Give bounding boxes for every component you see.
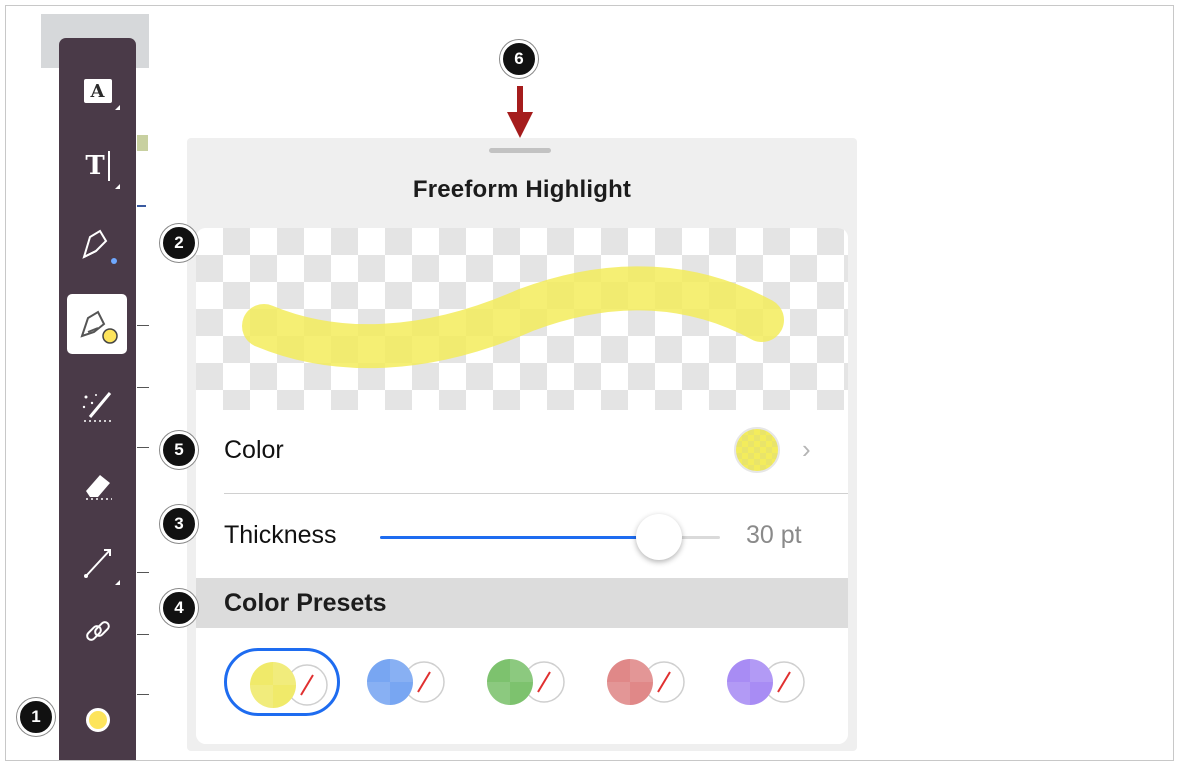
text-cursor-bar xyxy=(107,151,110,181)
line-tool[interactable] xyxy=(59,538,136,586)
callout-arrow-down-icon xyxy=(507,112,533,138)
document-rule xyxy=(137,694,149,695)
thickness-row: Thickness 30 pt xyxy=(196,494,848,578)
thickness-label: Thickness xyxy=(224,521,337,549)
callout-badge-3: 3 xyxy=(160,505,198,543)
color-tool[interactable] xyxy=(59,700,136,740)
document-image-fragment xyxy=(137,135,148,151)
color-dot-icon xyxy=(85,708,110,732)
magic-wand-icon xyxy=(82,392,112,422)
text-cursor-icon: T xyxy=(85,151,105,181)
color-preset-2[interactable] xyxy=(344,648,460,716)
callout-badge-2: 2 xyxy=(160,224,198,262)
panel-drag-handle[interactable] xyxy=(489,148,551,153)
eraser-icon xyxy=(85,475,112,500)
document-rule xyxy=(137,634,149,635)
document-rule xyxy=(137,447,149,448)
color-preset-swatch-icon xyxy=(367,659,445,705)
highlighter-icon xyxy=(79,310,118,344)
color-presets-header: Color Presets xyxy=(196,578,848,628)
link-tool[interactable] xyxy=(59,612,136,652)
color-preset-swatch-icon xyxy=(607,659,685,705)
settings-card: Color › Thickness 30 pt Color Presets xyxy=(196,228,848,744)
freeform-highlight-panel: Freeform Highlight Color › Thickness 30 … xyxy=(187,138,857,751)
color-preset-swatch-icon xyxy=(727,659,805,705)
color-preset-swatch-icon xyxy=(250,662,328,708)
thickness-slider-fill xyxy=(380,536,659,539)
pen-icon xyxy=(81,229,117,264)
text-tool[interactable]: T xyxy=(59,146,136,189)
panel-title: Freeform Highlight xyxy=(412,176,632,203)
text-box-tool[interactable]: A xyxy=(59,73,136,110)
color-presets-label: Color Presets xyxy=(224,589,387,617)
document-rule xyxy=(137,387,149,388)
color-preset-swatch-icon xyxy=(487,659,565,705)
callout-badge-6: 6 xyxy=(500,40,538,78)
highlight-stroke-preview xyxy=(242,266,784,369)
current-color-swatch xyxy=(734,427,780,473)
color-preset-4[interactable] xyxy=(584,648,700,716)
color-label: Color xyxy=(224,436,284,464)
color-preset-3[interactable] xyxy=(464,648,580,716)
thickness-value: 30 pt xyxy=(746,521,802,549)
highlighter-tool[interactable] xyxy=(59,294,136,354)
submenu-indicator xyxy=(115,580,120,585)
stroke-preview xyxy=(196,228,848,410)
submenu-indicator xyxy=(115,105,120,110)
color-preset-1[interactable] xyxy=(224,648,340,716)
chevron-right-icon: › xyxy=(802,434,811,464)
eraser-tool[interactable] xyxy=(59,465,136,505)
document-rule xyxy=(137,572,149,573)
callout-badge-1: 1 xyxy=(17,698,55,736)
link-icon xyxy=(85,621,110,641)
freehand-tool[interactable] xyxy=(59,221,136,269)
callout-badge-4: 4 xyxy=(160,589,198,627)
document-rule xyxy=(137,325,149,326)
annotation-toolbar: A T xyxy=(59,38,136,760)
color-presets-list xyxy=(196,628,848,744)
thickness-slider[interactable] xyxy=(380,514,720,560)
color-preset-5[interactable] xyxy=(704,648,820,716)
submenu-indicator xyxy=(115,184,120,189)
magic-tool[interactable] xyxy=(59,383,136,427)
text-box-icon: A xyxy=(83,79,112,103)
color-row[interactable]: Color › xyxy=(196,410,848,492)
thickness-slider-knob[interactable] xyxy=(635,514,682,560)
line-icon xyxy=(83,549,111,578)
document-link-fragment xyxy=(137,185,146,207)
callout-badge-5: 5 xyxy=(160,431,198,469)
